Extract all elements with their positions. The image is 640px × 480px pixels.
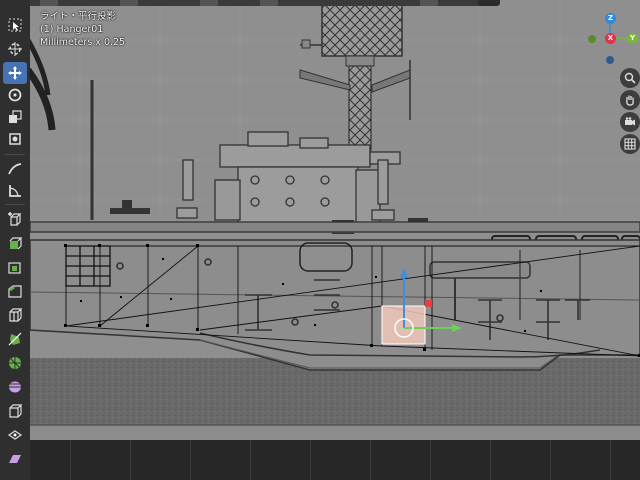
move-icon[interactable]: [3, 62, 27, 84]
grid-scale: Millimeters x 0.25: [40, 37, 126, 48]
y-axis-icon[interactable]: Y: [627, 33, 638, 44]
header-chip[interactable]: [420, 0, 438, 6]
view-name: ライト・平行投影: [40, 11, 117, 22]
island: [176, 131, 401, 226]
timeline-area[interactable]: [30, 440, 640, 480]
rotate-icon[interactable]: [3, 84, 27, 106]
extrude-icon[interactable]: [3, 232, 27, 254]
shrink-fatten-icon[interactable]: [3, 424, 27, 446]
viewport-info-overlay: ライト・平行投影 (1) Hanger01 Millimeters x 0.25: [40, 10, 125, 49]
header-chip[interactable]: [260, 0, 278, 6]
bevel-icon[interactable]: [3, 280, 27, 302]
navigation-gizmo[interactable]: Z X Y: [584, 10, 640, 70]
hand-pan-icon[interactable]: [620, 90, 640, 110]
transform-icon[interactable]: [3, 128, 27, 150]
annotate-icon[interactable]: [3, 158, 27, 180]
measure-icon[interactable]: [3, 180, 27, 202]
neg-z-axis-icon[interactable]: [606, 56, 614, 64]
active-object-name: (1) Hanger01: [40, 24, 104, 35]
tool-shelf: [0, 0, 30, 480]
x-axis-icon[interactable]: X: [605, 33, 616, 44]
hull: [29, 239, 640, 371]
zoom-icon[interactable]: [620, 68, 640, 88]
knife-icon[interactable]: [3, 328, 27, 350]
camera-icon[interactable]: [620, 112, 640, 132]
spin-icon[interactable]: [3, 376, 27, 398]
header-pill[interactable]: [478, 0, 500, 6]
3d-viewport[interactable]: ライト・平行投影 (1) Hanger01 Millimeters x 0.25: [0, 0, 640, 480]
neg-y-axis-icon[interactable]: [588, 35, 596, 43]
loop-cut-icon[interactable]: [3, 304, 27, 326]
cursor-icon[interactable]: [3, 38, 27, 60]
grid-toggle-icon[interactable]: [620, 134, 640, 154]
poly-build-icon[interactable]: [3, 352, 27, 374]
header-chip[interactable]: [120, 0, 138, 6]
ship-reference-drawing: [0, 0, 640, 440]
x-handle-icon[interactable]: [425, 300, 432, 307]
select-box-icon[interactable]: [3, 14, 27, 36]
inset-icon[interactable]: [3, 256, 27, 278]
smooth-icon[interactable]: [3, 400, 27, 422]
header-chip[interactable]: [200, 0, 218, 6]
z-axis-icon[interactable]: Z: [605, 13, 616, 24]
scale-icon[interactable]: [3, 106, 27, 128]
flight-deck: [29, 221, 640, 233]
shear-icon[interactable]: [3, 448, 27, 470]
header-chip[interactable]: [40, 0, 58, 6]
add-cube-icon[interactable]: [3, 208, 27, 230]
header-strip: [0, 0, 480, 6]
